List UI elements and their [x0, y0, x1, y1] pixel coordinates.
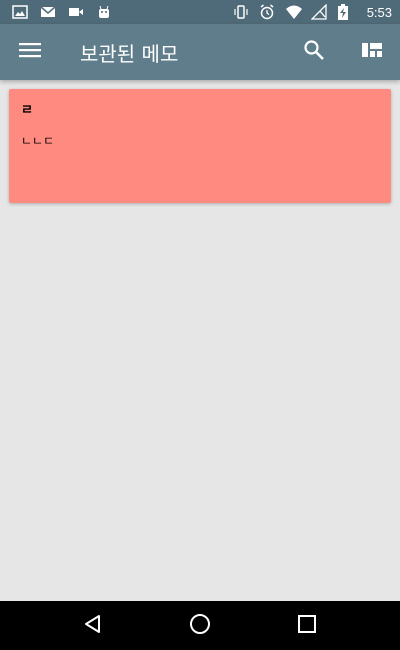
- wifi-icon: [285, 4, 302, 20]
- recents-button[interactable]: [295, 614, 319, 638]
- notes-list: ㄹ ㄴㄴㄷ: [0, 80, 400, 601]
- alarm-icon: [259, 4, 275, 20]
- note-body: ㄴㄴㄷ: [21, 134, 55, 148]
- android-icon: [96, 4, 112, 20]
- app-bar: 보관된 메모: [0, 24, 400, 80]
- vibrate-icon: [233, 4, 249, 20]
- battery-charging-icon: [337, 4, 353, 20]
- note-title: ㄹ: [21, 103, 33, 118]
- search-icon: [303, 39, 325, 65]
- note-card[interactable]: ㄹ ㄴㄴㄷ: [9, 89, 391, 203]
- home-icon: [189, 613, 211, 639]
- back-icon: [83, 614, 103, 638]
- no-signal-icon: [310, 3, 327, 20]
- recents-icon: [297, 614, 317, 638]
- page-title: 보관된 메모: [80, 41, 179, 66]
- gmail-icon: [40, 4, 56, 20]
- back-button[interactable]: [81, 614, 105, 638]
- layout-toggle-button[interactable]: [360, 40, 384, 64]
- status-left-icons: [12, 4, 233, 20]
- image-icon: [12, 4, 28, 20]
- video-icon: [68, 4, 84, 20]
- menu-icon: [19, 42, 41, 62]
- layout-icon: [362, 41, 382, 63]
- status-time: 5:53: [366, 4, 392, 20]
- menu-button[interactable]: [18, 40, 42, 64]
- navigation-bar: [0, 601, 400, 650]
- status-right-icons: 5:53: [233, 3, 392, 20]
- status-bar: 5:53: [0, 0, 400, 24]
- search-button[interactable]: [302, 40, 326, 64]
- home-button[interactable]: [188, 613, 212, 639]
